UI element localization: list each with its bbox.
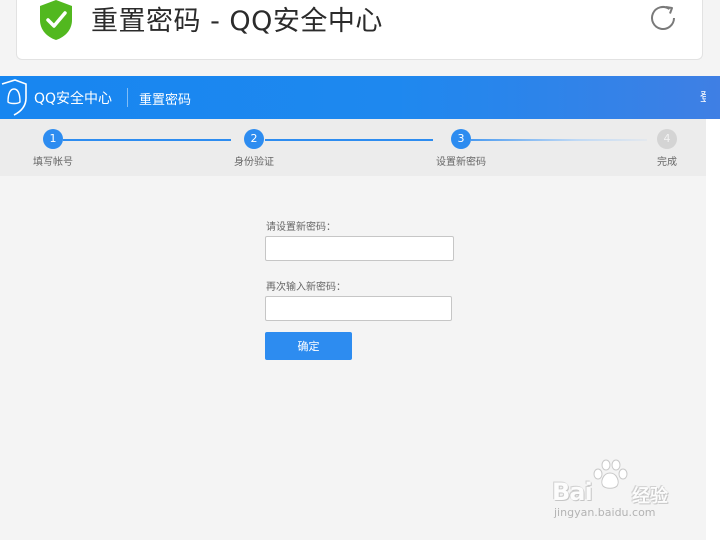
site-name[interactable]: QQ安全中心 (34, 88, 112, 108)
step-circle-1: 1 (43, 129, 63, 149)
step-label-3: 设置新密码 (436, 157, 486, 168)
browser-title-card: 重置密码 - QQ安全中心 (16, 0, 703, 60)
shield-check-icon (40, 0, 72, 40)
page-name: 重置密码 (139, 93, 192, 108)
step-label-4: 完成 (657, 157, 677, 168)
baidu-jingyan-watermark: Bai 经验 jingyan.baidu.com (548, 458, 684, 524)
confirm-button[interactable]: 确定 (265, 332, 352, 360)
step-circle-4: 4 (657, 129, 677, 149)
step-connector-3 (471, 139, 647, 141)
header-divider (127, 88, 128, 107)
confirm-password-label: 再次输入新密码： (266, 282, 346, 293)
step-label-2: 身份验证 (234, 157, 274, 168)
steps-progress-bar: 1 2 3 4 填写帐号 身份验证 设置新密码 完成 (0, 119, 706, 176)
paw-logo-icon (593, 459, 628, 489)
step-circle-3: 3 (451, 129, 471, 149)
step-connector-1 (63, 139, 231, 141)
watermark-suffix: 经验 (632, 486, 668, 507)
header-login-link[interactable]: 登 (700, 88, 706, 105)
qq-shield-logo-icon[interactable] (0, 78, 28, 116)
reload-icon[interactable] (645, 0, 681, 36)
watermark-brand: Bai (552, 478, 593, 506)
watermark-url: jingyan.baidu.com (554, 506, 656, 519)
step-circle-2: 2 (244, 129, 264, 149)
step-label-1: 填写帐号 (33, 157, 73, 168)
browser-title: 重置密码 - QQ安全中心 (91, 6, 383, 37)
confirm-password-input[interactable] (265, 296, 452, 321)
site-header: QQ安全中心 重置密码 登 (0, 76, 720, 119)
step-connector-2 (265, 139, 433, 141)
new-password-input[interactable] (265, 236, 454, 261)
page-edge (706, 76, 720, 540)
new-password-label: 请设置新密码： (266, 222, 336, 233)
